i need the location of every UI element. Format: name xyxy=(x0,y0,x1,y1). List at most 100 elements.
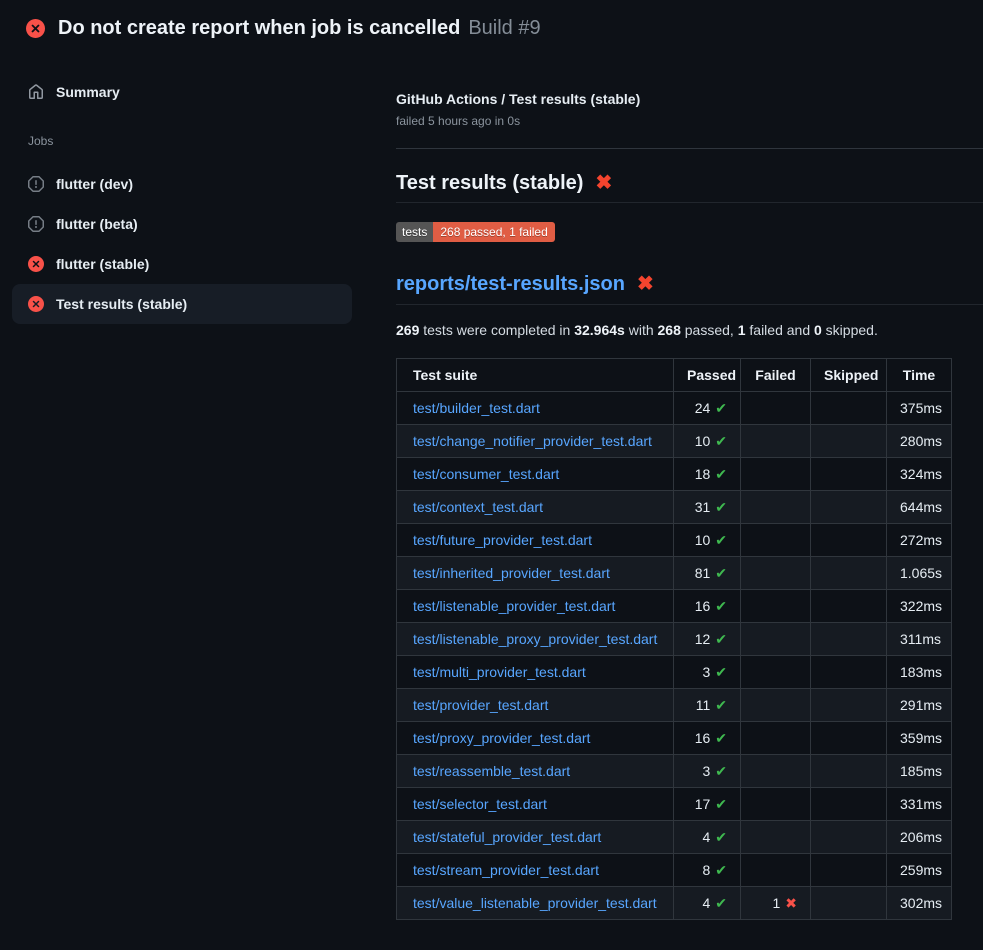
skipped-cell xyxy=(811,392,887,425)
test-suite-link[interactable]: test/stateful_provider_test.dart xyxy=(413,829,601,845)
check-run-content: GitHub Actions / Test results (stable) f… xyxy=(396,50,983,920)
skipped-cell xyxy=(811,656,887,689)
passed-cell: 31✔ xyxy=(674,491,741,524)
breadcrumb: GitHub Actions / Test results (stable) xyxy=(396,90,983,108)
check-icon: ✔ xyxy=(715,895,727,911)
test-suite-cell: test/stream_provider_test.dart xyxy=(397,854,674,887)
check-icon: ✔ xyxy=(715,730,727,746)
test-suite-cell: test/proxy_provider_test.dart xyxy=(397,722,674,755)
check-icon: ✔ xyxy=(715,664,727,680)
sidebar-item-job[interactable]: flutter (beta) xyxy=(12,204,352,244)
failed-cell xyxy=(741,458,811,491)
x-icon: ✖ xyxy=(785,895,797,911)
table-row: test/context_test.dart31✔644ms xyxy=(397,491,952,524)
test-suite-link[interactable]: test/stream_provider_test.dart xyxy=(413,862,599,878)
cancelled-icon xyxy=(28,176,44,192)
cancelled-icon xyxy=(28,216,44,232)
failed-cell xyxy=(741,689,811,722)
test-suite-link[interactable]: test/selector_test.dart xyxy=(413,796,547,812)
failed-cell: 1✖ xyxy=(741,887,811,920)
check-icon: ✔ xyxy=(715,565,727,581)
check-icon: ✔ xyxy=(715,466,727,482)
failed-cell xyxy=(741,425,811,458)
table-row: test/reassemble_test.dart3✔185ms xyxy=(397,755,952,788)
table-row: test/stateful_provider_test.dart4✔206ms xyxy=(397,821,952,854)
test-suite-link[interactable]: test/consumer_test.dart xyxy=(413,466,559,482)
run-status-line: failed 5 hours ago in 0s xyxy=(396,114,983,128)
skipped-cell xyxy=(811,557,887,590)
column-header: Test suite xyxy=(397,359,674,392)
failed-cell xyxy=(741,590,811,623)
sidebar-item-label: flutter (stable) xyxy=(56,256,149,272)
passed-cell: 17✔ xyxy=(674,788,741,821)
check-icon: ✔ xyxy=(715,763,727,779)
report-file-link[interactable]: reports/test-results.json xyxy=(396,273,625,295)
failed-cell xyxy=(741,491,811,524)
test-suite-cell: test/future_provider_test.dart xyxy=(397,524,674,557)
table-row: test/consumer_test.dart18✔324ms xyxy=(397,458,952,491)
passed-cell: 3✔ xyxy=(674,656,741,689)
test-suite-link[interactable]: test/context_test.dart xyxy=(413,499,543,515)
table-row: test/multi_provider_test.dart 3✔ 183ms xyxy=(397,656,952,689)
table-row: test/future_provider_test.dart10✔272ms xyxy=(397,524,952,557)
sidebar-item-job[interactable]: flutter (stable) xyxy=(12,244,352,284)
time-cell: 331ms xyxy=(887,788,952,821)
test-suite-link[interactable]: test/value_listenable_provider_test.dart xyxy=(413,895,657,911)
test-suite-link[interactable]: test/inherited_provider_test.dart xyxy=(413,565,610,581)
sidebar-item-summary[interactable]: Summary xyxy=(12,72,352,112)
divider xyxy=(396,148,983,149)
check-icon: ✔ xyxy=(715,499,727,515)
test-suite-link[interactable]: test/listenable_provider_test.dart xyxy=(413,598,615,614)
test-suite-link[interactable]: test/future_provider_test.dart xyxy=(413,532,592,548)
check-icon: ✔ xyxy=(715,598,727,614)
sidebar: Summary Jobs flutter (dev)flutter (beta)… xyxy=(0,50,396,324)
tests-badge: tests 268 passed, 1 failed xyxy=(396,222,555,242)
skipped-cell xyxy=(811,524,887,557)
skipped-cell xyxy=(811,623,887,656)
skipped-cell xyxy=(811,491,887,524)
skipped-cell xyxy=(811,788,887,821)
results-table: Test suitePassedFailedSkippedTime test/b… xyxy=(396,358,952,920)
failed-cell xyxy=(741,854,811,887)
jobs-list: flutter (dev) flutter (beta) flutter (stab… xyxy=(12,164,396,324)
failed-cell xyxy=(741,392,811,425)
check-icon: ✔ xyxy=(715,400,727,416)
time-cell: 1.065s xyxy=(887,557,952,590)
column-header: Time xyxy=(887,359,952,392)
table-row: test/proxy_provider_test.dart16✔359ms xyxy=(397,722,952,755)
passed-cell: 12✔ xyxy=(674,623,741,656)
column-header: Skipped xyxy=(811,359,887,392)
check-icon: ✔ xyxy=(715,829,727,845)
test-suite-link[interactable]: test/change_notifier_provider_test.dart xyxy=(413,433,652,449)
sidebar-item-job[interactable]: Test results (stable) xyxy=(12,284,352,324)
table-row: test/inherited_provider_test.dart81✔1.06… xyxy=(397,557,952,590)
passed-cell: 24✔ xyxy=(674,392,741,425)
sidebar-item-job[interactable]: flutter (dev) xyxy=(12,164,352,204)
check-icon: ✔ xyxy=(715,532,727,548)
page-header: Do not create report when job is cancell… xyxy=(0,0,983,50)
time-cell: 302ms xyxy=(887,887,952,920)
check-icon: ✔ xyxy=(715,631,727,647)
test-suite-cell: test/listenable_proxy_provider_test.dart xyxy=(397,623,674,656)
test-suite-cell: test/multi_provider_test.dart xyxy=(397,656,674,689)
skipped-cell xyxy=(811,854,887,887)
passed-cell: 10✔ xyxy=(674,425,741,458)
test-suite-cell: test/context_test.dart xyxy=(397,491,674,524)
badge-value: 268 passed, 1 failed xyxy=(433,222,554,242)
failed-cell xyxy=(741,755,811,788)
time-cell: 183ms xyxy=(887,656,952,689)
summary-line: 269 tests were completed in 32.964s with… xyxy=(396,322,983,339)
test-suite-link[interactable]: test/provider_test.dart xyxy=(413,697,548,713)
sidebar-item-label: flutter (beta) xyxy=(56,216,138,232)
home-icon xyxy=(28,84,44,100)
test-suite-cell: test/stateful_provider_test.dart xyxy=(397,821,674,854)
failed-cell xyxy=(741,557,811,590)
test-suite-link[interactable]: test/proxy_provider_test.dart xyxy=(413,730,590,746)
test-suite-link[interactable]: test/reassemble_test.dart xyxy=(413,763,570,779)
test-suite-link[interactable]: test/listenable_proxy_provider_test.dart xyxy=(413,631,657,647)
test-suite-link[interactable]: test/builder_test.dart xyxy=(413,400,540,416)
test-suite-link[interactable]: test/multi_provider_test.dart xyxy=(413,664,586,680)
failed-cell xyxy=(741,722,811,755)
time-cell: 375ms xyxy=(887,392,952,425)
passed-cell: 4✔ xyxy=(674,887,741,920)
